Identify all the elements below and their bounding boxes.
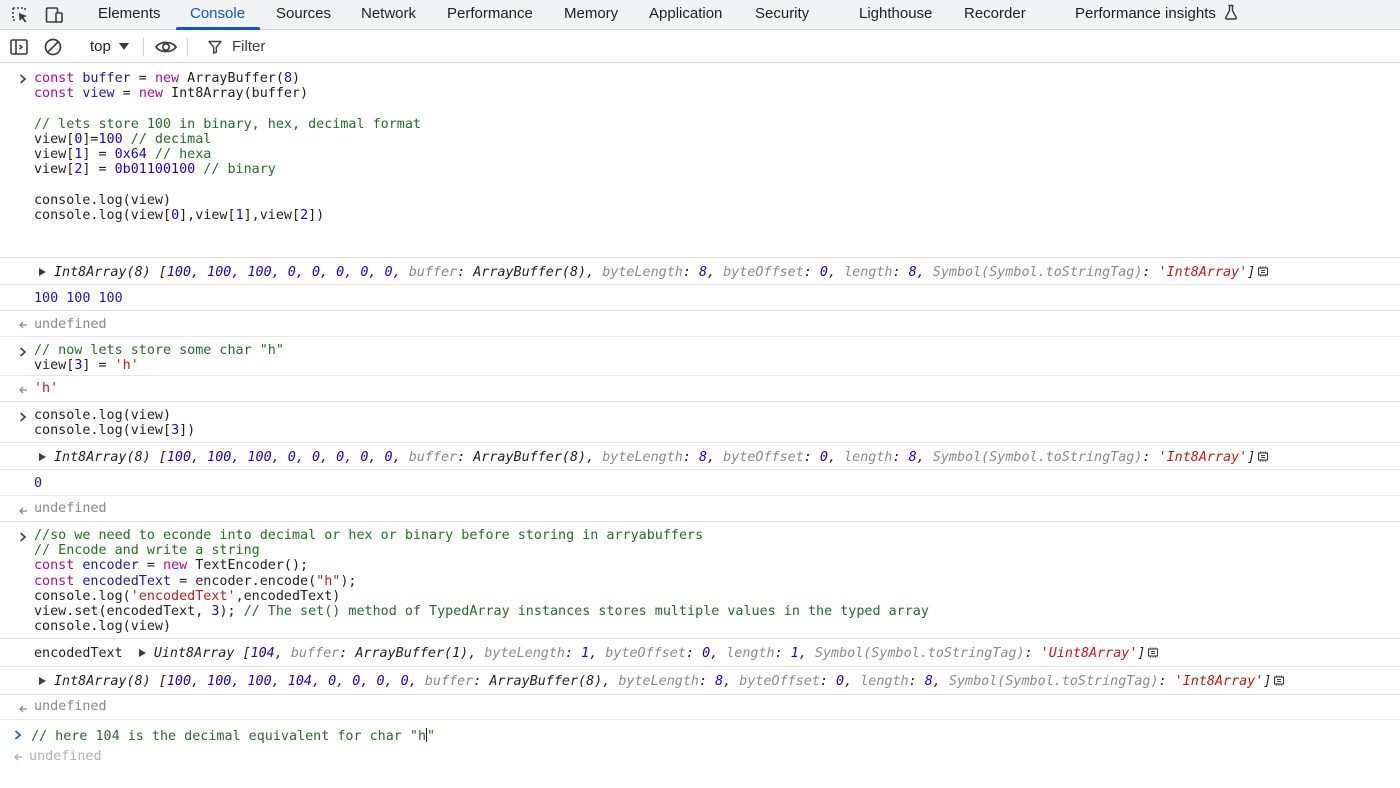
code-block: // now lets store some char "h" view[3] … xyxy=(34,343,284,374)
log-label: encodedText xyxy=(34,646,123,661)
tab-lighthouse[interactable]: Lighthouse xyxy=(859,0,932,30)
console-log-object[interactable]: Int8Array(8) [100, 100, 100, 0, 0, 0, 0,… xyxy=(0,258,1400,285)
console-return-value: undefined xyxy=(0,695,1400,720)
console-toolbar: top Filter xyxy=(0,31,1400,63)
console-input-entry: // now lets store some char "h" view[3] … xyxy=(0,337,1400,376)
log-text: 100 100 100 xyxy=(34,291,123,306)
return-text: undefined xyxy=(34,317,107,332)
context-selector[interactable]: top xyxy=(90,31,111,63)
toolbar-divider xyxy=(187,38,188,56)
device-toolbar-icon[interactable] xyxy=(44,5,64,25)
filter-input[interactable]: Filter xyxy=(196,35,1396,59)
console-log-message: 0 xyxy=(0,470,1400,496)
return-arrow-icon xyxy=(19,705,27,713)
console-input-entry: //so we need to econde into decimal or h… xyxy=(0,522,1400,639)
tab-application[interactable]: Application xyxy=(649,0,722,30)
expand-triangle-icon[interactable] xyxy=(39,677,46,685)
memory-inspector-icon[interactable] xyxy=(1147,647,1159,658)
console-messages: const buffer = new ArrayBuffer(8) const … xyxy=(0,64,1400,788)
chevron-right-icon xyxy=(19,532,27,542)
code-block: console.log(view) console.log(view[3]) xyxy=(34,408,196,439)
chevron-right-icon xyxy=(19,347,27,357)
console-input[interactable]: // here 104 is the decimal equivalent fo… xyxy=(31,728,435,744)
tab-performance[interactable]: Performance xyxy=(447,0,533,30)
devtools-tab-bar: Elements Console Sources Network Perform… xyxy=(0,0,1400,30)
filter-placeholder: Filter xyxy=(232,38,266,55)
active-tab-indicator xyxy=(176,27,260,30)
object-preview[interactable]: Int8Array(8) [100, 100, 100, 104, 0, 0, … xyxy=(39,674,1285,689)
toolbar-divider xyxy=(143,38,144,56)
object-preview[interactable]: Int8Array(8) [100, 100, 100, 0, 0, 0, 0,… xyxy=(39,265,1269,280)
chevron-right-icon xyxy=(19,74,27,84)
clear-console-icon[interactable] xyxy=(43,37,63,57)
code-block: //so we need to econde into decimal or h… xyxy=(34,528,929,635)
live-expression-eye-icon[interactable] xyxy=(154,37,178,57)
memory-inspector-icon[interactable] xyxy=(1257,451,1269,462)
tab-security[interactable]: Security xyxy=(755,0,809,30)
console-log-object[interactable]: encodedText Uint8Array [104, buffer: Arr… xyxy=(0,639,1400,667)
code-block: const buffer = new ArrayBuffer(8) const … xyxy=(34,71,421,223)
return-text: undefined xyxy=(34,501,107,516)
expand-triangle-icon[interactable] xyxy=(39,268,46,276)
return-arrow-icon xyxy=(19,386,27,394)
eager-eval-arrow-icon xyxy=(14,753,22,761)
tab-elements[interactable]: Elements xyxy=(98,0,161,30)
inspect-element-icon[interactable] xyxy=(10,5,30,25)
tab-performance-insights[interactable]: Performance insights xyxy=(1075,0,1238,30)
return-arrow-icon xyxy=(19,507,27,515)
memory-inspector-icon[interactable] xyxy=(1257,266,1269,277)
eager-eval-preview: undefined xyxy=(29,749,102,764)
return-text: undefined xyxy=(34,699,107,714)
console-log-object[interactable]: Int8Array(8) [100, 100, 100, 0, 0, 0, 0,… xyxy=(0,443,1400,470)
log-text: 0 xyxy=(34,476,43,491)
console-log-message: 100 100 100 xyxy=(0,285,1400,311)
object-preview[interactable]: encodedText Uint8Array [104, buffer: Arr… xyxy=(34,646,1159,661)
return-text: 'h' xyxy=(34,381,59,396)
return-arrow-icon xyxy=(19,321,27,329)
show-sidebar-icon[interactable] xyxy=(9,37,29,57)
tab-network[interactable]: Network xyxy=(361,0,416,30)
object-preview[interactable]: Int8Array(8) [100, 100, 100, 0, 0, 0, 0,… xyxy=(39,450,1269,465)
console-prompt[interactable]: // here 104 is the decimal equivalent fo… xyxy=(0,720,1400,780)
console-return-value: 'h' xyxy=(0,376,1400,402)
console-input-entry: console.log(view) console.log(view[3]) xyxy=(0,402,1400,443)
chevron-right-icon xyxy=(14,730,22,740)
console-input-entry: const buffer = new ArrayBuffer(8) const … xyxy=(0,64,1400,258)
tab-console[interactable]: Console xyxy=(190,0,245,30)
tab-recorder[interactable]: Recorder xyxy=(964,0,1026,30)
console-return-value: undefined xyxy=(0,311,1400,337)
console-log-object[interactable]: Int8Array(8) [100, 100, 100, 104, 0, 0, … xyxy=(0,667,1400,695)
tab-sources[interactable]: Sources xyxy=(276,0,331,30)
expand-triangle-icon[interactable] xyxy=(39,453,46,461)
chevron-down-icon[interactable] xyxy=(119,43,129,50)
console-return-value: undefined xyxy=(0,496,1400,522)
filter-funnel-icon xyxy=(208,40,222,54)
experiment-flask-icon xyxy=(1225,4,1238,20)
tab-performance-insights-label: Performance insights xyxy=(1075,5,1216,22)
expand-triangle-icon[interactable] xyxy=(138,649,146,657)
memory-inspector-icon[interactable] xyxy=(1273,675,1285,686)
chevron-right-icon xyxy=(19,412,27,422)
tab-memory[interactable]: Memory xyxy=(564,0,618,30)
